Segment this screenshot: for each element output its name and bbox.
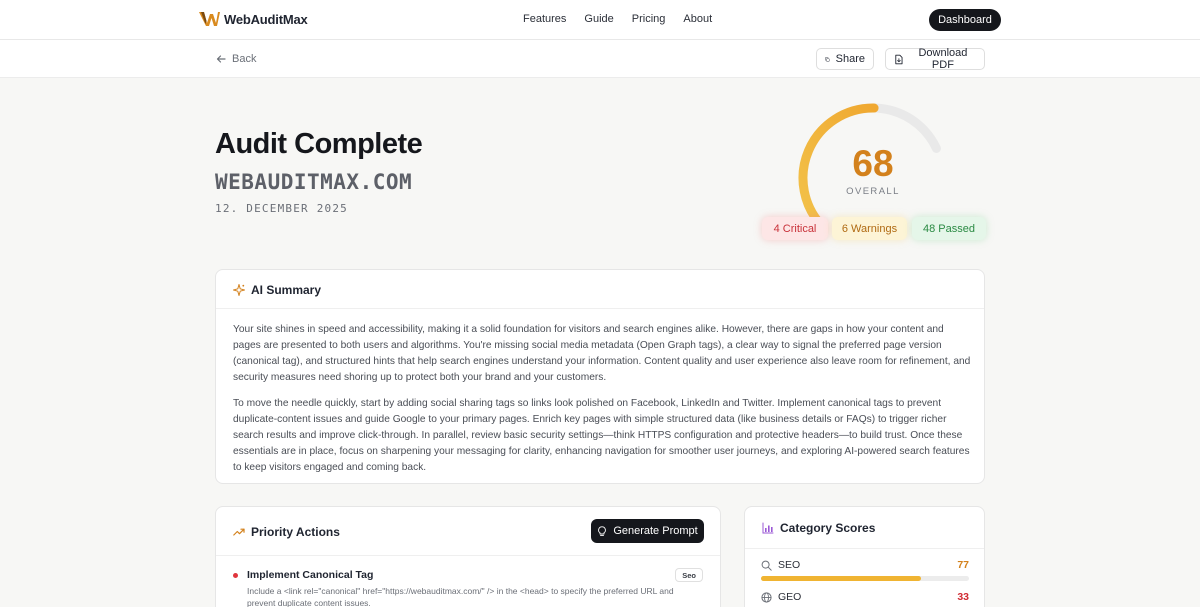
download-label: Download PDF <box>918 47 968 71</box>
back-link[interactable]: Back <box>216 53 256 65</box>
overall-score-value: 68 <box>852 143 894 184</box>
ai-summary-header: AI Summary <box>233 283 321 297</box>
brand-logo[interactable]: WebAuditMax <box>199 11 308 27</box>
download-pdf-button[interactable]: Download PDF <box>885 47 985 71</box>
category-scores-title: Category Scores <box>780 521 876 535</box>
audit-date: 12. DECEMBER 2025 <box>215 202 348 215</box>
warnings-count-badge[interactable]: 6 Warnings <box>832 217 907 240</box>
action-category-tag: Seo <box>675 568 703 582</box>
file-download-icon <box>895 54 903 64</box>
category-score-track <box>761 576 969 581</box>
action-description: Include a <link rel="canonical" href="ht… <box>247 586 674 607</box>
report-toolbar: Back Share Download PDF <box>0 40 1200 78</box>
critical-count-badge[interactable]: 4 Critical <box>762 217 828 240</box>
nav-features[interactable]: Features <box>523 13 566 25</box>
priority-actions-title: Priority Actions <box>251 525 340 539</box>
category-score-fill <box>761 576 922 581</box>
divider <box>216 555 720 556</box>
category-score: 77 <box>957 559 969 571</box>
sparkle-icon <box>233 284 245 296</box>
search-icon <box>761 560 772 571</box>
copy-icon <box>825 56 830 62</box>
dashboard-button[interactable]: Dashboard <box>929 9 1001 31</box>
brand-name: WebAuditMax <box>224 11 308 27</box>
nav-about[interactable]: About <box>683 13 712 25</box>
category-row-geo[interactable]: GEO 33 <box>761 591 969 605</box>
generate-prompt-label: Generate Prompt <box>613 525 698 537</box>
divider <box>745 548 984 549</box>
audited-domain: WEBAUDITMAX.COM <box>215 170 413 194</box>
generate-prompt-button[interactable]: Generate Prompt <box>591 519 704 543</box>
category-name: SEO <box>778 559 801 571</box>
overall-score-label: OVERALL <box>846 186 900 197</box>
ai-summary-body: Your site shines in speed and accessibil… <box>233 322 973 476</box>
trending-up-icon <box>233 528 245 536</box>
bar-chart-icon <box>762 522 774 534</box>
passed-count-badge[interactable]: 48 Passed <box>912 217 986 240</box>
globe-icon <box>761 591 772 603</box>
critical-dot-icon <box>233 573 238 578</box>
category-name: GEO <box>778 591 802 603</box>
priority-actions-card: Priority Actions Generate Prompt Impleme… <box>215 506 721 607</box>
nav-links: Features Guide Pricing About <box>523 13 712 25</box>
summary-paragraph: Your site shines in speed and accessibil… <box>233 324 971 383</box>
top-navbar: WebAuditMax Features Guide Pricing About… <box>0 0 1200 40</box>
share-button[interactable]: Share <box>816 48 874 70</box>
category-row-seo[interactable]: SEO 77 <box>761 559 969 573</box>
share-label: Share <box>835 53 865 65</box>
category-label: GEO <box>761 591 801 603</box>
divider <box>216 308 984 309</box>
page-title: Audit Complete <box>215 128 423 160</box>
nav-pricing[interactable]: Pricing <box>632 13 666 25</box>
ai-summary-title: AI Summary <box>251 283 322 297</box>
ai-summary-card: AI Summary Your site shines in speed and… <box>215 269 985 484</box>
category-scores-card: Category Scores SEO 77 GEO 33 <box>744 506 985 607</box>
summary-paragraph: To move the needle quickly, start by add… <box>233 398 970 473</box>
brand-logo-icon <box>199 12 220 26</box>
category-scores-header: Category Scores <box>762 521 875 535</box>
arrow-left-icon <box>216 55 226 63</box>
category-score: 33 <box>957 591 969 603</box>
lightbulb-icon <box>598 525 607 536</box>
action-title: Implement Canonical Tag <box>247 569 374 581</box>
category-label: SEO <box>761 559 800 571</box>
back-label: Back <box>232 53 257 65</box>
nav-guide[interactable]: Guide <box>584 13 613 25</box>
priority-actions-header: Priority Actions <box>233 525 340 539</box>
